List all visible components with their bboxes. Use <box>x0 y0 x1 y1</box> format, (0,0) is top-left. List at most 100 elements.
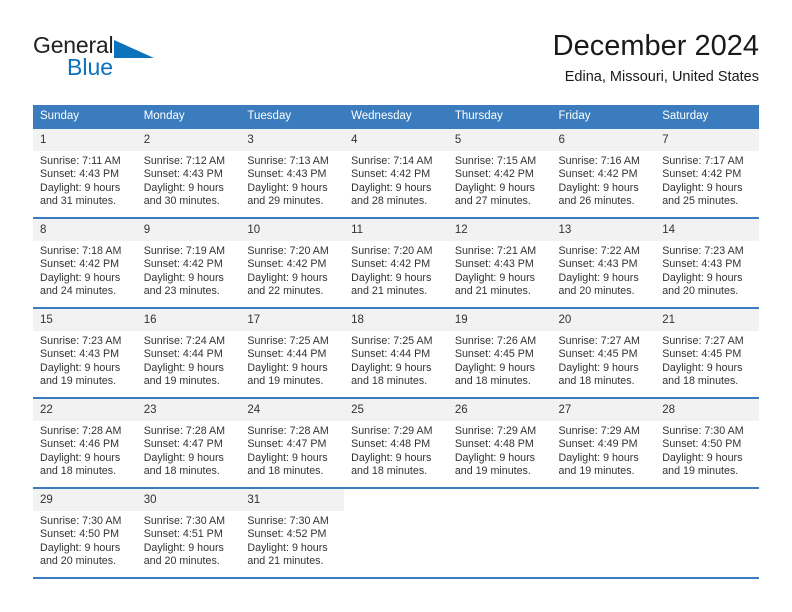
calendar-day-cell[interactable]: 14 Sunrise: 7:23 AM Sunset: 4:43 PM Dayl… <box>655 217 759 308</box>
calendar-day-cell[interactable]: 12 Sunrise: 7:21 AM Sunset: 4:43 PM Dayl… <box>447 217 552 308</box>
calendar-day-cell[interactable]: 5 Sunrise: 7:15 AM Sunset: 4:42 PM Dayli… <box>447 127 552 218</box>
calendar-day-cell[interactable]: 24 Sunrise: 7:28 AM Sunset: 4:47 PM Dayl… <box>240 397 345 488</box>
daylight-text-line2: and 22 minutes. <box>247 285 324 298</box>
sunrise-text: Sunrise: 7:25 AM <box>351 335 433 347</box>
day-details: Sunrise: 7:30 AM Sunset: 4:50 PM Dayligh… <box>655 421 759 479</box>
day-cell-inner: 16 Sunrise: 7:24 AM Sunset: 4:44 PM Dayl… <box>136 309 241 397</box>
day-details: Sunrise: 7:13 AM Sunset: 4:43 PM Dayligh… <box>240 151 344 209</box>
day-number: 27 <box>551 399 656 421</box>
day-cell-inner: 9 Sunrise: 7:19 AM Sunset: 4:42 PM Dayli… <box>136 219 241 307</box>
daylight-text-line1: Daylight: 9 hours <box>558 181 639 194</box>
sunset-text: Sunset: 4:50 PM <box>40 528 120 541</box>
calendar-day-cell[interactable]: 10 Sunrise: 7:20 AM Sunset: 4:42 PM Dayl… <box>240 217 345 308</box>
calendar-day-cell[interactable]: 15 Sunrise: 7:23 AM Sunset: 4:43 PM Dayl… <box>33 307 137 398</box>
day-number <box>655 489 759 511</box>
day-number: 8 <box>33 219 137 241</box>
day-number: 31 <box>240 489 345 511</box>
day-details: Sunrise: 7:28 AM Sunset: 4:47 PM Dayligh… <box>240 421 344 479</box>
day-cell-inner: 8 Sunrise: 7:18 AM Sunset: 4:42 PM Dayli… <box>33 219 137 307</box>
calendar-day-cell[interactable]: 21 Sunrise: 7:27 AM Sunset: 4:45 PM Dayl… <box>655 307 759 398</box>
calendar-week-row: 8 Sunrise: 7:18 AM Sunset: 4:42 PM Dayli… <box>33 217 759 308</box>
daylight-text-line2: and 19 minutes. <box>247 375 324 388</box>
calendar-day-cell[interactable]: 9 Sunrise: 7:19 AM Sunset: 4:42 PM Dayli… <box>136 217 241 308</box>
sunrise-text: Sunrise: 7:16 AM <box>558 155 640 167</box>
day-number: 9 <box>136 219 241 241</box>
sunset-text: Sunset: 4:42 PM <box>247 258 327 271</box>
calendar-day-cell[interactable]: 27 Sunrise: 7:29 AM Sunset: 4:49 PM Dayl… <box>551 397 656 488</box>
daylight-text-line1: Daylight: 9 hours <box>662 271 743 284</box>
calendar-day-cell[interactable]: 4 Sunrise: 7:14 AM Sunset: 4:42 PM Dayli… <box>344 127 448 218</box>
day-number: 15 <box>33 309 137 331</box>
daylight-text-line1: Daylight: 9 hours <box>143 541 224 554</box>
calendar-day-cell-empty <box>447 487 552 579</box>
calendar-day-cell[interactable]: 20 Sunrise: 7:27 AM Sunset: 4:45 PM Dayl… <box>551 307 656 398</box>
calendar-day-cell[interactable]: 2 Sunrise: 7:12 AM Sunset: 4:43 PM Dayli… <box>136 127 241 218</box>
day-number: 14 <box>655 219 759 241</box>
daylight-text-line1: Daylight: 9 hours <box>351 181 432 194</box>
calendar-day-cell[interactable]: 6 Sunrise: 7:16 AM Sunset: 4:42 PM Dayli… <box>551 127 656 218</box>
sunset-text: Sunset: 4:42 PM <box>40 258 120 271</box>
daylight-text-line1: Daylight: 9 hours <box>143 451 224 464</box>
sunset-text: Sunset: 4:48 PM <box>454 438 534 451</box>
day-details: Sunrise: 7:29 AM Sunset: 4:48 PM Dayligh… <box>448 421 552 479</box>
sunset-text: Sunset: 4:44 PM <box>247 348 327 361</box>
day-details: Sunrise: 7:28 AM Sunset: 4:47 PM Dayligh… <box>137 421 241 479</box>
daylight-text-line2: and 26 minutes. <box>558 195 635 208</box>
day-cell-inner: 29 Sunrise: 7:30 AM Sunset: 4:50 PM Dayl… <box>33 489 137 577</box>
day-details: Sunrise: 7:22 AM Sunset: 4:43 PM Dayligh… <box>552 241 656 299</box>
day-cell-inner: 10 Sunrise: 7:20 AM Sunset: 4:42 PM Dayl… <box>240 219 345 307</box>
day-cell-inner: 23 Sunrise: 7:28 AM Sunset: 4:47 PM Dayl… <box>136 399 241 487</box>
calendar-day-cell[interactable]: 17 Sunrise: 7:25 AM Sunset: 4:44 PM Dayl… <box>240 307 345 398</box>
calendar-day-cell[interactable]: 29 Sunrise: 7:30 AM Sunset: 4:50 PM Dayl… <box>33 487 137 579</box>
daylight-text-line2: and 31 minutes. <box>40 195 117 208</box>
calendar-day-cell[interactable]: 7 Sunrise: 7:17 AM Sunset: 4:42 PM Dayli… <box>655 127 759 218</box>
calendar-day-cell[interactable]: 18 Sunrise: 7:25 AM Sunset: 4:44 PM Dayl… <box>344 307 448 398</box>
logo-text-blue: Blue <box>67 54 114 80</box>
calendar-day-cell[interactable]: 26 Sunrise: 7:29 AM Sunset: 4:48 PM Dayl… <box>447 397 552 488</box>
calendar-day-cell[interactable]: 31 Sunrise: 7:30 AM Sunset: 4:52 PM Dayl… <box>240 487 345 579</box>
sunrise-text: Sunrise: 7:23 AM <box>662 245 744 257</box>
day-details: Sunrise: 7:17 AM Sunset: 4:42 PM Dayligh… <box>655 151 759 209</box>
calendar-day-cell-empty <box>655 487 759 579</box>
calendar-day-cell[interactable]: 19 Sunrise: 7:26 AM Sunset: 4:45 PM Dayl… <box>447 307 552 398</box>
day-details: Sunrise: 7:18 AM Sunset: 4:42 PM Dayligh… <box>33 241 137 299</box>
calendar-day-cell[interactable]: 16 Sunrise: 7:24 AM Sunset: 4:44 PM Dayl… <box>136 307 241 398</box>
day-number: 2 <box>136 129 241 151</box>
daylight-text-line2: and 18 minutes. <box>558 375 635 388</box>
daylight-text-line1: Daylight: 9 hours <box>143 271 224 284</box>
calendar-day-cell[interactable]: 1 Sunrise: 7:11 AM Sunset: 4:43 PM Dayli… <box>33 127 137 218</box>
calendar-day-cell[interactable]: 3 Sunrise: 7:13 AM Sunset: 4:43 PM Dayli… <box>240 127 345 218</box>
calendar-day-cell[interactable]: 11 Sunrise: 7:20 AM Sunset: 4:42 PM Dayl… <box>344 217 448 308</box>
day-details: Sunrise: 7:23 AM Sunset: 4:43 PM Dayligh… <box>33 331 137 389</box>
daylight-text-line1: Daylight: 9 hours <box>247 271 328 284</box>
day-number: 4 <box>344 129 448 151</box>
calendar-day-cell[interactable]: 28 Sunrise: 7:30 AM Sunset: 4:50 PM Dayl… <box>655 397 759 488</box>
calendar-day-cell-empty <box>344 487 448 579</box>
day-cell-inner: 11 Sunrise: 7:20 AM Sunset: 4:42 PM Dayl… <box>344 219 448 307</box>
calendar-day-cell[interactable]: 30 Sunrise: 7:30 AM Sunset: 4:51 PM Dayl… <box>136 487 241 579</box>
weekday-header-wednesday: Wednesday <box>344 105 448 128</box>
calendar-day-cell[interactable]: 13 Sunrise: 7:22 AM Sunset: 4:43 PM Dayl… <box>551 217 656 308</box>
calendar-day-cell[interactable]: 8 Sunrise: 7:18 AM Sunset: 4:42 PM Dayli… <box>33 217 137 308</box>
calendar-day-cell[interactable]: 25 Sunrise: 7:29 AM Sunset: 4:48 PM Dayl… <box>344 397 448 488</box>
daylight-text-line2: and 18 minutes. <box>351 375 428 388</box>
calendar-day-cell[interactable]: 23 Sunrise: 7:28 AM Sunset: 4:47 PM Dayl… <box>136 397 241 488</box>
day-details: Sunrise: 7:30 AM Sunset: 4:52 PM Dayligh… <box>240 511 344 569</box>
calendar-header-row: Sunday Monday Tuesday Wednesday Thursday… <box>33 105 759 128</box>
sunrise-text: Sunrise: 7:20 AM <box>351 245 433 257</box>
day-cell-inner: 24 Sunrise: 7:28 AM Sunset: 4:47 PM Dayl… <box>240 399 345 487</box>
day-cell-inner: 26 Sunrise: 7:29 AM Sunset: 4:48 PM Dayl… <box>447 399 552 487</box>
daylight-text-line2: and 20 minutes. <box>143 555 220 568</box>
sunset-text: Sunset: 4:42 PM <box>662 168 742 181</box>
calendar-day-cell[interactable]: 22 Sunrise: 7:28 AM Sunset: 4:46 PM Dayl… <box>33 397 137 488</box>
sunrise-text: Sunrise: 7:30 AM <box>247 515 329 527</box>
sunrise-text: Sunrise: 7:25 AM <box>247 335 329 347</box>
daylight-text-line2: and 20 minutes. <box>558 285 635 298</box>
day-cell-inner: 6 Sunrise: 7:16 AM Sunset: 4:42 PM Dayli… <box>551 129 656 217</box>
daylight-text-line1: Daylight: 9 hours <box>143 361 224 374</box>
sunset-text: Sunset: 4:43 PM <box>662 258 742 271</box>
sunrise-text: Sunrise: 7:11 AM <box>40 155 121 167</box>
daylight-text-line1: Daylight: 9 hours <box>351 451 432 464</box>
sunset-text: Sunset: 4:43 PM <box>247 168 327 181</box>
sunrise-text: Sunrise: 7:27 AM <box>662 335 744 347</box>
